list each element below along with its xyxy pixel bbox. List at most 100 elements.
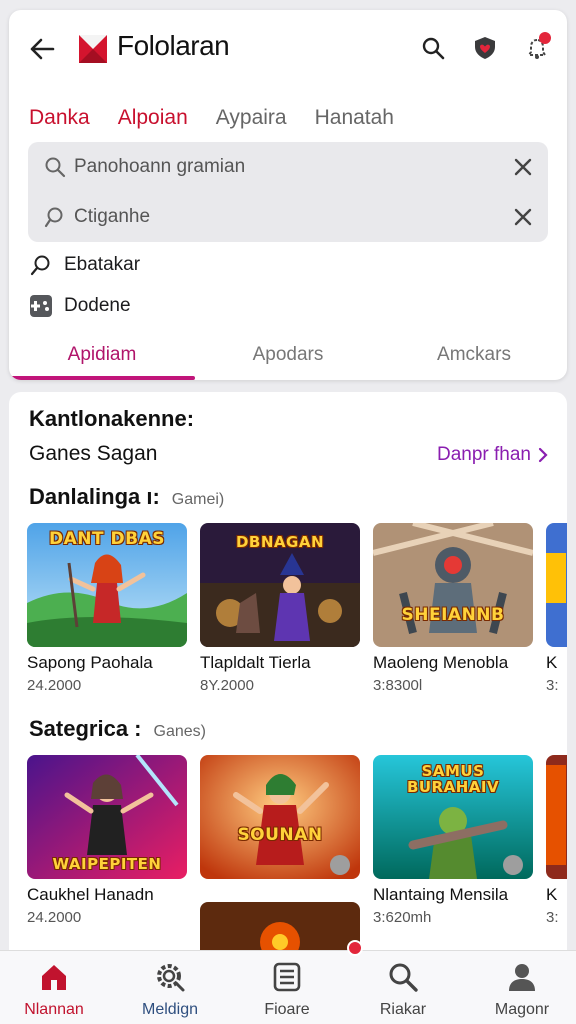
game-meta: 8Y.2000 (200, 677, 254, 694)
nav-label: Magonr (494, 1001, 550, 1018)
nav-label: Meldign (141, 1001, 199, 1018)
row-subtitle: Ganes) (153, 723, 206, 740)
gear-search-icon (152, 959, 188, 995)
game-title: Caukhel Hanadn (27, 885, 154, 904)
game-thumbnail: SOUNAN (200, 755, 360, 879)
search-input[interactable]: Panohoann gramian (74, 156, 245, 178)
game-thumbnail-partial[interactable] (200, 902, 360, 952)
search-icon (42, 154, 68, 180)
game-logo-text: DANT DBAS (49, 529, 165, 549)
game-card[interactable]: WAIPEPITEN Caukhel Hanadn 24.2000 (27, 755, 187, 926)
nav-label: Riakar (379, 1001, 427, 1018)
nav-search[interactable]: Riakar (355, 959, 451, 1023)
app-title: Fololaran (117, 30, 230, 61)
top-panel: Fololaran Danka Alpoian Aypaira Hanatah … (9, 10, 567, 380)
game-card[interactable]: SOUNAN (200, 755, 360, 879)
game-logo-text: SOUNAN (237, 825, 323, 845)
chevron-right-icon (538, 447, 548, 463)
notification-dot (539, 32, 551, 44)
game-meta: 3: (546, 677, 559, 694)
clear-icon[interactable] (510, 154, 536, 180)
row-header: Danlalinga ı: Gamei) (29, 484, 224, 514)
row-title: Danlalinga ı: (29, 484, 160, 509)
game-thumbnail: DBNAGAN (200, 523, 360, 647)
search-icon (385, 959, 421, 995)
nav-explore[interactable]: Meldign (122, 959, 218, 1023)
clear-icon[interactable] (510, 204, 536, 230)
game-meta: 24.2000 (27, 909, 82, 926)
section-subtitle: Ganes Sagan (29, 442, 158, 465)
suggestion-label: Ebatakar (64, 254, 141, 275)
game-meta: 3:620mh (373, 909, 432, 926)
game-meta: 3: (546, 909, 559, 926)
nav-library[interactable]: Fioare (239, 959, 335, 1023)
nav-label: Fioare (264, 1001, 310, 1018)
game-logo-text: WAIPEPITEN (52, 855, 162, 873)
category-danka[interactable]: Danka (29, 106, 90, 130)
search-icon (42, 204, 68, 230)
search-row-secondary[interactable]: Ctiganhe (28, 192, 548, 242)
suggestion-item[interactable]: Dodene (28, 291, 131, 321)
nav-home[interactable]: Nlannan (6, 959, 102, 1023)
game-thumbnail (546, 755, 567, 879)
brand-logo (79, 35, 107, 63)
app-bar: Fololaran (9, 10, 567, 86)
category-aypaira[interactable]: Aypaira (216, 106, 287, 130)
search-icon (28, 252, 54, 278)
gamepad-icon (28, 293, 54, 319)
game-thumbnail: WAIPEPITEN (27, 755, 187, 879)
tab-bar: Apidiam Apodars Amckars (9, 330, 567, 380)
section-subheader: Ganes Sagan Danpr fhan (29, 442, 549, 472)
game-card[interactable]: DBNAGAN Tlapldalt Tierla 8Y.2000 (200, 523, 360, 694)
category-chips: Danka Alpoian Aypaira Hanatah (29, 106, 394, 130)
content-panel: Kantlonakenne: Ganes Sagan Danpr fhan Da… (9, 392, 567, 952)
game-thumbnail: SAMUS BURAHAIV (373, 755, 533, 879)
game-thumbnail: DANT DBAS (27, 523, 187, 647)
game-title: K (546, 653, 558, 672)
tab-apodars[interactable]: Apodars (195, 330, 381, 380)
profile-icon (504, 959, 540, 995)
game-card[interactable]: DANT DBAS Sapong Paohala 24.2000 (27, 523, 187, 694)
category-hanatah[interactable]: Hanatah (315, 106, 394, 130)
suggestion-item[interactable]: Ebatakar (28, 250, 140, 280)
back-arrow-icon[interactable] (27, 34, 57, 64)
see-all-label: Danpr fhan (436, 444, 531, 465)
tab-amckars[interactable]: Amckars (381, 330, 567, 380)
game-logo-text: SHEIANNB (401, 605, 505, 625)
notification-bell-icon[interactable] (521, 32, 553, 64)
game-title: Nlantaing Mensila (373, 885, 509, 904)
shield-heart-icon[interactable] (469, 32, 501, 64)
search-secondary-input[interactable]: Ctiganhe (74, 206, 150, 228)
see-all-link[interactable]: Danpr fhan (437, 444, 549, 466)
game-title: Tlapldalt Tierla (200, 653, 311, 672)
search-box: Panohoann gramian Ctiganhe (28, 142, 548, 242)
game-meta: 3:8300l (373, 677, 423, 694)
game-thumbnail (546, 523, 567, 647)
nav-label: Nlannan (24, 1001, 84, 1018)
tab-indicator (9, 376, 195, 380)
game-card[interactable]: K 3: (546, 523, 567, 694)
nav-profile[interactable]: Magonr (474, 959, 570, 1023)
category-alpoian[interactable]: Alpoian (118, 106, 188, 130)
game-title: Sapong Paohala (27, 653, 153, 672)
library-icon (269, 959, 305, 995)
game-logo-text: SAMUS BURAHAIV (406, 762, 500, 796)
row-title: Sategrica : (29, 716, 142, 741)
game-title: Maoleng Menobla (373, 653, 509, 672)
section-heading: Kantlonakenne: (29, 406, 195, 431)
game-thumbnail: SHEIANNB (373, 523, 533, 647)
game-card[interactable]: SHEIANNB Maoleng Menobla 3:8300l (373, 523, 533, 694)
home-icon (36, 959, 72, 995)
bottom-navigation: Nlannan Meldign Fioare Riakar Magonr (0, 950, 576, 1024)
nav-notification-badge (347, 940, 363, 956)
row-subtitle: Gamei) (171, 491, 225, 508)
search-row-primary[interactable]: Panohoann gramian (28, 142, 548, 192)
game-card[interactable]: SAMUS BURAHAIV Nlantaing Mensila 3:620mh (373, 755, 533, 926)
suggestion-label: Dodene (64, 295, 131, 316)
game-meta: 24.2000 (27, 677, 82, 694)
tab-apidiam[interactable]: Apidiam (9, 330, 195, 380)
game-card[interactable]: K 3: (546, 755, 567, 926)
row-header: Sategrica : Ganes) (29, 716, 206, 746)
search-icon[interactable] (417, 32, 449, 64)
game-title: K (546, 885, 558, 904)
